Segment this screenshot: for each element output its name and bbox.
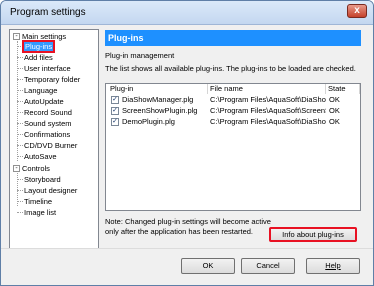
tree-connector [17,79,23,80]
plugin-checkbox[interactable]: ✓ [111,96,119,104]
title-bar[interactable]: Program settings x [1,1,373,25]
tree-item-user-interface[interactable]: User interface [24,63,71,74]
tree-item-storyboard[interactable]: Storyboard [24,174,61,185]
info-about-plugins-button[interactable]: Info about plug-ins [269,227,357,242]
plugin-file-name: C:\Program Files\AquaSoft\DiaShow ... [210,117,326,126]
table-row[interactable]: ✓ DemoPlugin.plg C:\Program Files\AquaSo… [107,117,359,127]
program-settings-window: Program settings x - Main settings Plug-… [0,0,374,286]
tree-item-confirmations[interactable]: Confirmations [24,129,70,140]
tree-item-language[interactable]: Language [24,85,57,96]
plugin-state: OK [329,106,340,115]
tree-item-cd-dvd-burner[interactable]: CD/DVD Burner [24,140,77,151]
tree-item-record-sound[interactable]: Record Sound [24,107,72,118]
restart-note: Note: Changed plug-in settings will beco… [105,217,271,236]
plugin-state: OK [329,117,340,126]
plugin-name: DiaShowManager.plg [122,95,194,104]
tree-connector [17,134,23,135]
settings-tree[interactable]: - Main settings Plug-ins Add files User … [9,29,99,249]
tree-item-layout-designer[interactable]: Layout designer [24,185,77,196]
column-header-file-name[interactable]: File name [208,84,326,94]
tree-connector [17,179,23,180]
column-header-state[interactable]: State [326,84,360,94]
cancel-button[interactable]: Cancel [241,258,295,274]
plugin-checkbox[interactable]: ✓ [111,118,119,126]
tree-connector [17,145,23,146]
tree-item-autosave[interactable]: AutoSave [24,151,57,162]
tree-connector [17,123,23,124]
tree-group-controls[interactable]: Controls [22,163,50,174]
plugin-file-name: C:\Program Files\AquaSoft\DiaShow ... [210,95,326,104]
section-title: Plug-in management [105,51,175,60]
window-title: Program settings [10,7,86,18]
collapse-icon[interactable]: - [13,33,20,40]
footer-separator [1,248,373,249]
plugin-file-name: C:\Program Files\AquaSoft\ScreenS... [210,106,326,115]
panel-description: The list shows all available plug-ins. T… [105,64,356,73]
table-row[interactable]: ✓ DiaShowManager.plg C:\Program Files\Aq… [107,95,359,105]
plugin-name: DemoPlugin.plg [122,117,175,126]
plugin-list[interactable]: Plug-in File name State ✓ DiaShowManager… [105,83,361,211]
tree-item-autoupdate[interactable]: AutoUpdate [24,96,64,107]
collapse-icon[interactable]: - [13,165,20,172]
tree-item-temporary-folder[interactable]: Temporary folder [24,74,80,85]
ok-button[interactable]: OK [181,258,235,274]
tree-item-timeline[interactable]: Timeline [24,196,52,207]
tree-item-label: Plug-ins [21,40,56,53]
tree-connector [17,46,23,47]
help-button[interactable]: Help [306,258,360,274]
ok-label: OK [202,261,214,270]
tree-connector [17,90,23,91]
tree-connector [17,212,23,213]
plugin-state: OK [329,95,340,104]
plugin-name: ScreenShowPlugin.plg [122,106,198,115]
close-button[interactable]: x [347,4,367,18]
cancel-label: Cancel [256,261,280,270]
tree-item-image-list[interactable]: Image list [24,207,56,218]
tree-connector [17,201,23,202]
help-label: Help [325,261,341,270]
panel-header: Plug-ins [105,30,361,46]
table-row[interactable]: ✓ ScreenShowPlugin.plg C:\Program Files\… [107,106,359,116]
plugin-checkbox[interactable]: ✓ [111,107,119,115]
column-header-plugin[interactable]: Plug-in [108,84,208,94]
tree-connector [17,112,23,113]
tree-connector [17,57,23,58]
tree-connector [17,156,23,157]
tree-item-plug-ins[interactable]: Plug-ins [21,40,56,53]
tree-connector [17,68,23,69]
tree-connector [17,101,23,102]
tree-connector [17,190,23,191]
close-icon: x [354,5,360,16]
tree-item-sound-system[interactable]: Sound system [24,118,72,129]
tree-item-add-files[interactable]: Add files [24,52,53,63]
